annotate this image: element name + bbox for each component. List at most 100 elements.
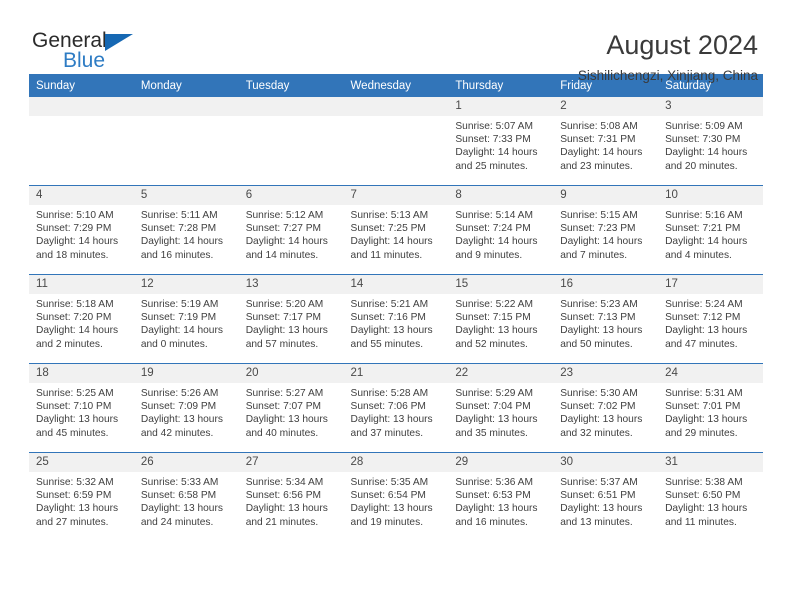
sunrise-text: Sunrise: 5:20 AM [245, 299, 324, 310]
day-cell[interactable]: 19 Sunrise: 5:26 AM Sunset: 7:09 PM Dayl… [133, 363, 239, 453]
sunset-text: Sunset: 7:31 PM [560, 134, 636, 146]
day-number: 19 [133, 364, 239, 383]
sunset-text: Sunset: 6:54 PM [350, 490, 426, 502]
day-info: Sunrise: 5:36 AM Sunset: 6:53 PM Dayligh… [448, 472, 553, 529]
weekday-header-wednesday: Wednesday [343, 74, 449, 97]
sunset-text: Sunset: 7:09 PM [140, 401, 217, 413]
day-cell[interactable]: 13 Sunrise: 5:20 AM Sunset: 7:17 PM Dayl… [238, 274, 344, 364]
daylight-text: Daylight: 14 hours and 7 minutes. [560, 236, 643, 261]
sunrise-text: Sunrise: 5:07 AM [455, 121, 533, 132]
sunset-text: Sunset: 7:06 PM [350, 401, 426, 413]
day-number: 22 [448, 364, 554, 383]
calendar-body: 1 Sunrise: 5:07 AM Sunset: 7:33 PM Dayli… [29, 97, 763, 541]
day-number: 10 [658, 186, 763, 205]
day-cell[interactable]: 27 Sunrise: 5:34 AM Sunset: 6:56 PM Dayl… [238, 452, 344, 541]
daylight-text: Daylight: 13 hours and 32 minutes. [560, 414, 643, 439]
day-cell[interactable]: 25 Sunrise: 5:32 AM Sunset: 6:59 PM Dayl… [29, 452, 134, 541]
day-info: Sunrise: 5:19 AM Sunset: 7:19 PM Dayligh… [134, 294, 239, 351]
sunset-text: Sunset: 7:17 PM [245, 312, 322, 324]
day-info: Sunrise: 5:38 AM Sunset: 6:50 PM Dayligh… [658, 472, 763, 529]
daylight-text: Daylight: 14 hours and 4 minutes. [665, 236, 748, 261]
sunrise-text: Sunrise: 5:37 AM [560, 477, 638, 488]
day-info: Sunrise: 5:30 AM Sunset: 7:02 PM Dayligh… [553, 383, 658, 440]
sunrise-text: Sunrise: 5:11 AM [140, 210, 218, 221]
sunset-text: Sunset: 7:02 PM [560, 401, 636, 413]
day-cell[interactable]: 12 Sunrise: 5:19 AM Sunset: 7:19 PM Dayl… [133, 274, 239, 364]
day-number [238, 97, 344, 116]
day-number [29, 97, 134, 116]
day-cell[interactable]: 2 Sunrise: 5:08 AM Sunset: 7:31 PM Dayli… [553, 97, 659, 186]
sunrise-text: Sunrise: 5:25 AM [36, 388, 114, 399]
day-info: Sunrise: 5:31 AM Sunset: 7:01 PM Dayligh… [658, 383, 763, 440]
daylight-text: Daylight: 13 hours and 35 minutes. [455, 414, 538, 439]
day-cell[interactable] [133, 97, 239, 186]
day-cell[interactable]: 21 Sunrise: 5:28 AM Sunset: 7:06 PM Dayl… [343, 363, 449, 453]
triangle-icon [105, 34, 133, 51]
daylight-text: Daylight: 14 hours and 14 minutes. [245, 236, 328, 261]
daylight-text: Daylight: 13 hours and 16 minutes. [455, 503, 538, 528]
day-cell[interactable]: 7 Sunrise: 5:13 AM Sunset: 7:25 PM Dayli… [343, 185, 449, 275]
day-cell[interactable]: 9 Sunrise: 5:15 AM Sunset: 7:23 PM Dayli… [553, 185, 659, 275]
day-cell[interactable]: 5 Sunrise: 5:11 AM Sunset: 7:28 PM Dayli… [133, 185, 239, 275]
day-cell[interactable]: 4 Sunrise: 5:10 AM Sunset: 7:29 PM Dayli… [29, 185, 134, 275]
day-cell[interactable]: 31 Sunrise: 5:38 AM Sunset: 6:50 PM Dayl… [658, 452, 763, 541]
weekday-header-tuesday: Tuesday [238, 74, 344, 97]
sunrise-text: Sunrise: 5:35 AM [350, 477, 429, 488]
sunrise-text: Sunrise: 5:21 AM [350, 299, 429, 310]
day-cell[interactable] [238, 97, 344, 186]
day-cell[interactable]: 14 Sunrise: 5:21 AM Sunset: 7:16 PM Dayl… [343, 274, 449, 364]
day-number: 4 [29, 186, 134, 205]
sunset-text: Sunset: 6:59 PM [36, 490, 112, 502]
general-blue-logo[interactable]: General Blue [29, 30, 169, 82]
daylight-text: Daylight: 13 hours and 29 minutes. [665, 414, 748, 439]
sunset-text: Sunset: 7:28 PM [140, 223, 217, 235]
sunset-text: Sunset: 6:53 PM [455, 490, 531, 502]
day-cell[interactable]: 3 Sunrise: 5:09 AM Sunset: 7:30 PM Dayli… [658, 97, 763, 186]
day-info: Sunrise: 5:16 AM Sunset: 7:21 PM Dayligh… [658, 205, 763, 262]
day-cell[interactable]: 6 Sunrise: 5:12 AM Sunset: 7:27 PM Dayli… [238, 185, 344, 275]
day-cell[interactable]: 16 Sunrise: 5:23 AM Sunset: 7:13 PM Dayl… [553, 274, 659, 364]
day-cell[interactable]: 11 Sunrise: 5:18 AM Sunset: 7:20 PM Dayl… [29, 274, 134, 364]
day-number: 8 [448, 186, 554, 205]
day-cell[interactable]: 20 Sunrise: 5:27 AM Sunset: 7:07 PM Dayl… [238, 363, 344, 453]
day-cell[interactable]: 22 Sunrise: 5:29 AM Sunset: 7:04 PM Dayl… [448, 363, 554, 453]
day-info: Sunrise: 5:32 AM Sunset: 6:59 PM Dayligh… [29, 472, 134, 529]
day-cell[interactable] [343, 97, 449, 186]
day-number [133, 97, 239, 116]
calendar-week-row: 1 Sunrise: 5:07 AM Sunset: 7:33 PM Dayli… [29, 97, 763, 186]
day-number: 13 [238, 275, 344, 294]
sunset-text: Sunset: 7:13 PM [560, 312, 636, 324]
sunrise-text: Sunrise: 5:29 AM [455, 388, 533, 399]
day-cell[interactable]: 10 Sunrise: 5:16 AM Sunset: 7:21 PM Dayl… [658, 185, 763, 275]
sunset-text: Sunset: 6:56 PM [245, 490, 322, 502]
calendar-table: Sunday Monday Tuesday Wednesday Thursday… [29, 74, 763, 541]
sunset-text: Sunset: 6:50 PM [665, 490, 741, 502]
day-number: 15 [448, 275, 554, 294]
sunset-text: Sunset: 7:33 PM [455, 134, 531, 146]
day-cell[interactable]: 23 Sunrise: 5:30 AM Sunset: 7:02 PM Dayl… [553, 363, 659, 453]
daylight-text: Daylight: 14 hours and 20 minutes. [665, 147, 748, 172]
day-cell[interactable]: 15 Sunrise: 5:22 AM Sunset: 7:15 PM Dayl… [448, 274, 554, 364]
day-cell[interactable]: 17 Sunrise: 5:24 AM Sunset: 7:12 PM Dayl… [658, 274, 763, 364]
day-cell[interactable]: 29 Sunrise: 5:36 AM Sunset: 6:53 PM Dayl… [448, 452, 554, 541]
sunrise-text: Sunrise: 5:24 AM [665, 299, 743, 310]
sunset-text: Sunset: 7:25 PM [350, 223, 426, 235]
daylight-text: Daylight: 13 hours and 40 minutes. [245, 414, 328, 439]
sunset-text: Sunset: 7:23 PM [560, 223, 636, 235]
sunset-text: Sunset: 7:16 PM [350, 312, 426, 324]
day-number: 17 [658, 275, 763, 294]
day-info: Sunrise: 5:10 AM Sunset: 7:29 PM Dayligh… [29, 205, 134, 262]
day-info: Sunrise: 5:25 AM Sunset: 7:10 PM Dayligh… [29, 383, 134, 440]
day-cell[interactable]: 18 Sunrise: 5:25 AM Sunset: 7:10 PM Dayl… [29, 363, 134, 453]
day-number: 24 [658, 364, 763, 383]
day-cell[interactable]: 1 Sunrise: 5:07 AM Sunset: 7:33 PM Dayli… [448, 97, 554, 186]
day-number [343, 97, 449, 116]
day-cell[interactable]: 26 Sunrise: 5:33 AM Sunset: 6:58 PM Dayl… [133, 452, 239, 541]
day-cell[interactable]: 24 Sunrise: 5:31 AM Sunset: 7:01 PM Dayl… [658, 363, 763, 453]
day-cell[interactable] [29, 97, 134, 186]
day-cell[interactable]: 30 Sunrise: 5:37 AM Sunset: 6:51 PM Dayl… [553, 452, 659, 541]
sunrise-text: Sunrise: 5:18 AM [36, 299, 114, 310]
day-cell[interactable]: 8 Sunrise: 5:14 AM Sunset: 7:24 PM Dayli… [448, 185, 554, 275]
calendar-week-row: 18 Sunrise: 5:25 AM Sunset: 7:10 PM Dayl… [29, 363, 763, 453]
day-cell[interactable]: 28 Sunrise: 5:35 AM Sunset: 6:54 PM Dayl… [343, 452, 449, 541]
